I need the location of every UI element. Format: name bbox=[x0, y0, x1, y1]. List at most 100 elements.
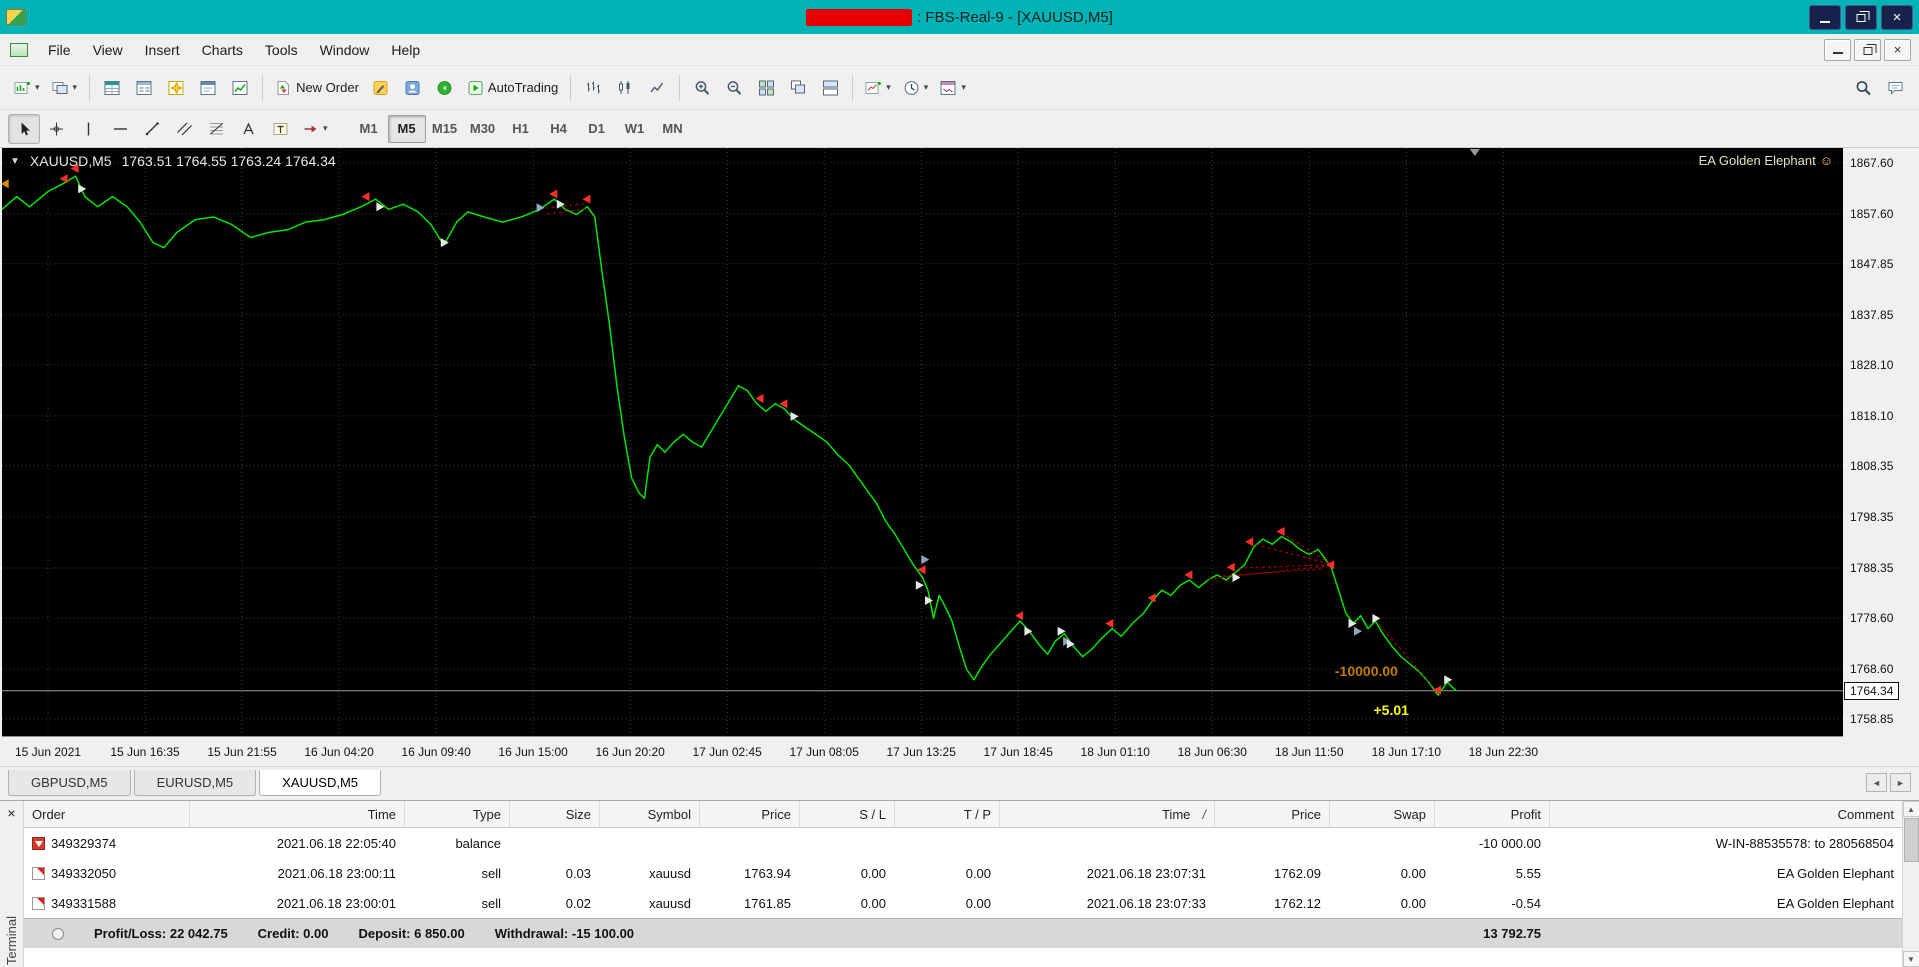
column-header-type[interactable]: Type bbox=[404, 801, 509, 827]
menu-window[interactable]: Window bbox=[309, 36, 381, 64]
column-header-comment[interactable]: Comment bbox=[1549, 801, 1902, 827]
order-row-balance[interactable]: 349329374 2021.06.18 22:05:40 balance -1… bbox=[24, 828, 1902, 858]
timeframe-h1[interactable]: H1 bbox=[502, 115, 540, 143]
timeframe-m15[interactable]: M15 bbox=[426, 115, 464, 143]
autotrading-button[interactable]: AutoTrading bbox=[461, 73, 564, 103]
smiley-icon: ☺ bbox=[1819, 153, 1833, 168]
order-row[interactable]: 349331588 2021.06.18 23:00:01 sell 0.02 … bbox=[24, 888, 1902, 918]
vertical-line-button[interactable] bbox=[72, 114, 104, 144]
new-chart-button[interactable]: ▾ bbox=[8, 73, 46, 103]
titlebar[interactable]: : FBS-Real-9 - [XAUUSD,M5] × bbox=[0, 0, 1919, 34]
column-header-size[interactable]: Size bbox=[509, 801, 599, 827]
price-label: 1778.60 bbox=[1850, 610, 1894, 625]
terminal-close-button[interactable]: × bbox=[7, 806, 15, 820]
tile-windows-button[interactable] bbox=[750, 73, 782, 103]
timeframe-mn[interactable]: MN bbox=[654, 115, 692, 143]
column-header-sl[interactable]: S / L bbox=[799, 801, 894, 827]
timeframe-m5[interactable]: M5 bbox=[387, 114, 426, 143]
sort-indicator: / bbox=[1202, 806, 1206, 822]
column-header-symbol[interactable]: Symbol bbox=[599, 801, 699, 827]
column-header-close-time[interactable]: Time / bbox=[999, 801, 1214, 827]
menu-help[interactable]: Help bbox=[380, 36, 431, 64]
fibonacci-button[interactable] bbox=[200, 114, 232, 144]
scroll-thumb[interactable] bbox=[1903, 818, 1919, 862]
menu-file[interactable]: File bbox=[37, 36, 82, 64]
collapse-icon[interactable]: ▼ bbox=[10, 156, 20, 167]
terminal-scrollbar[interactable]: ▲ ▼ bbox=[1902, 801, 1919, 967]
order-number: 349332050 bbox=[51, 865, 117, 881]
navigator-button[interactable] bbox=[160, 73, 192, 103]
profiles-button[interactable]: ▾ bbox=[46, 73, 84, 103]
templates-button[interactable]: ▾ bbox=[934, 73, 972, 103]
tile-horizontal-button[interactable] bbox=[814, 73, 846, 103]
timeframe-m30[interactable]: M30 bbox=[464, 115, 502, 143]
candlestick-chart-button[interactable] bbox=[609, 73, 641, 103]
balance-operation-icon bbox=[32, 836, 45, 850]
chart-window: -10000.00 +5.01 ▼ XAUUSD,M5 1763.51 1764.… bbox=[0, 148, 1919, 766]
child-minimize-button[interactable] bbox=[1824, 38, 1851, 61]
menu-charts[interactable]: Charts bbox=[191, 36, 254, 64]
market-watch-button[interactable] bbox=[96, 73, 128, 103]
terminal-caption[interactable]: × Terminal bbox=[0, 801, 24, 967]
cursor-button[interactable] bbox=[8, 113, 40, 144]
timeframe-w1[interactable]: W1 bbox=[616, 115, 654, 143]
column-header-swap[interactable]: Swap bbox=[1329, 801, 1434, 827]
bar-chart-button[interactable] bbox=[577, 73, 609, 103]
tab-scroll-left-button[interactable]: ◄ bbox=[1866, 773, 1887, 792]
symbol-search-button[interactable] bbox=[1847, 73, 1879, 103]
timeframe-m1[interactable]: M1 bbox=[350, 115, 388, 143]
cell: xauusd bbox=[649, 865, 691, 881]
time-axis[interactable]: 15 Jun 2021 15 Jun 16:35 15 Jun 21:55 16 Ju… bbox=[2, 736, 1843, 766]
chart-tab-gbpusd[interactable]: GBPUSD,M5 bbox=[8, 770, 131, 796]
terminal-icon bbox=[200, 80, 217, 96]
tab-scroll-right-button[interactable]: ► bbox=[1890, 773, 1911, 792]
arrows-button[interactable]: ▾ bbox=[296, 114, 334, 144]
line-chart-button[interactable] bbox=[641, 73, 673, 103]
crosshair-button[interactable] bbox=[40, 114, 72, 144]
column-header-order[interactable]: Order bbox=[24, 801, 189, 827]
new-order-button[interactable]: New Order bbox=[269, 73, 365, 103]
zoom-out-button[interactable] bbox=[718, 73, 750, 103]
child-restore-button[interactable] bbox=[1854, 38, 1881, 61]
minimize-button[interactable] bbox=[1809, 4, 1841, 30]
periods-button[interactable]: ▾ bbox=[897, 73, 935, 103]
price-chart[interactable]: -10000.00 +5.01 bbox=[2, 148, 1843, 736]
menu-view[interactable]: View bbox=[82, 36, 134, 64]
scroll-up-icon[interactable]: ▲ bbox=[1902, 801, 1919, 817]
zoom-in-button[interactable] bbox=[686, 73, 718, 103]
terminal-button[interactable] bbox=[192, 73, 224, 103]
price-scale[interactable]: 1867.60 1857.60 1847.85 1837.85 1828.10 1818.… bbox=[1843, 148, 1919, 736]
experts-button[interactable] bbox=[397, 73, 429, 103]
indicators-button[interactable]: ▾ bbox=[859, 73, 897, 103]
text-label-button[interactable] bbox=[264, 114, 296, 144]
column-header-profit[interactable]: Profit bbox=[1434, 801, 1549, 827]
menu-tools[interactable]: Tools bbox=[254, 36, 309, 64]
timeframe-d1[interactable]: D1 bbox=[578, 115, 616, 143]
close-button[interactable]: × bbox=[1881, 4, 1913, 30]
data-window-button[interactable] bbox=[128, 73, 160, 103]
menu-insert[interactable]: Insert bbox=[134, 36, 191, 64]
column-header-open-time[interactable]: Time bbox=[189, 801, 404, 827]
chart-tab-eurusd[interactable]: EURUSD,M5 bbox=[133, 770, 257, 796]
cell: 2021.06.18 23:07:31 bbox=[1086, 865, 1206, 881]
equidistant-channel-button[interactable] bbox=[168, 114, 200, 144]
column-header-close-price[interactable]: Price bbox=[1214, 801, 1329, 827]
metaeditor-button[interactable] bbox=[365, 73, 397, 103]
column-header-price[interactable]: Price bbox=[699, 801, 799, 827]
timeframe-h4[interactable]: H4 bbox=[540, 115, 578, 143]
trendline-button[interactable] bbox=[136, 114, 168, 144]
cascade-windows-button[interactable] bbox=[782, 73, 814, 103]
chart-plot[interactable]: -10000.00 +5.01 ▼ XAUUSD,M5 1763.51 1764.… bbox=[2, 148, 1843, 736]
text-button[interactable] bbox=[232, 114, 264, 144]
scroll-down-icon[interactable]: ▼ bbox=[1902, 951, 1919, 967]
strategy-tester-button[interactable] bbox=[224, 73, 256, 103]
summary-profit: 13 792.75 bbox=[1483, 926, 1541, 941]
news-button[interactable] bbox=[429, 73, 461, 103]
chart-tab-xauusd[interactable]: XAUUSD,M5 bbox=[259, 770, 382, 796]
horizontal-line-button[interactable] bbox=[104, 114, 136, 144]
column-header-tp[interactable]: T / P bbox=[894, 801, 999, 827]
chat-button[interactable] bbox=[1879, 73, 1911, 103]
restore-button[interactable] bbox=[1845, 4, 1877, 30]
child-close-button[interactable]: × bbox=[1884, 38, 1911, 61]
order-row[interactable]: 349332050 2021.06.18 23:00:11 sell 0.03 … bbox=[24, 858, 1902, 888]
